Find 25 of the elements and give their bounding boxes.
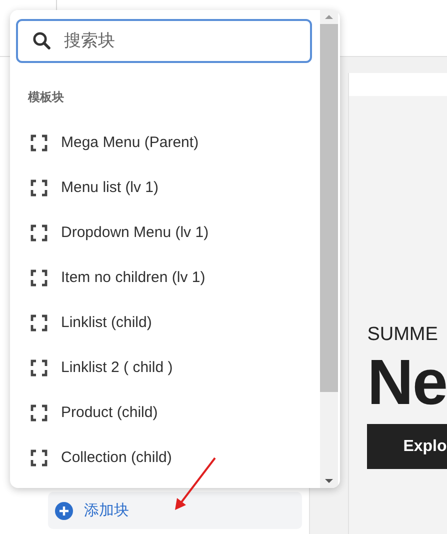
preview-heading: Ne [367,352,447,412]
add-block-button[interactable]: 添加块 [48,492,302,529]
block-icon [30,404,48,422]
block-item[interactable]: Item no children (lv 1) [16,255,320,300]
block-item[interactable]: Product (child) [16,390,320,435]
block-icon [30,224,48,242]
plus-icon [55,502,73,520]
block-item[interactable]: Menu list (lv 1) [16,165,320,210]
block-icon [30,448,48,466]
preview-eyebrow: SUMME [367,324,439,346]
explore-button[interactable]: Explo [367,424,447,469]
block-item[interactable]: Linklist 2 ( child ) [16,345,320,390]
search-field[interactable]: 搜索块 [16,19,312,63]
block-icon [30,178,48,196]
block-item[interactable]: Mega Menu (Parent) [16,120,320,165]
section-heading: 模板块 [28,89,65,106]
block-icon [30,134,48,152]
search-icon [32,31,52,51]
block-icon [30,314,48,332]
block-icon [30,268,48,286]
block-item[interactable]: Dropdown Menu (lv 1) [16,210,320,255]
scrollbar[interactable] [320,10,338,488]
block-icon [30,358,48,376]
block-item[interactable]: Linklist (child) [16,300,320,345]
block-item[interactable]: Collection (child) [16,435,320,480]
